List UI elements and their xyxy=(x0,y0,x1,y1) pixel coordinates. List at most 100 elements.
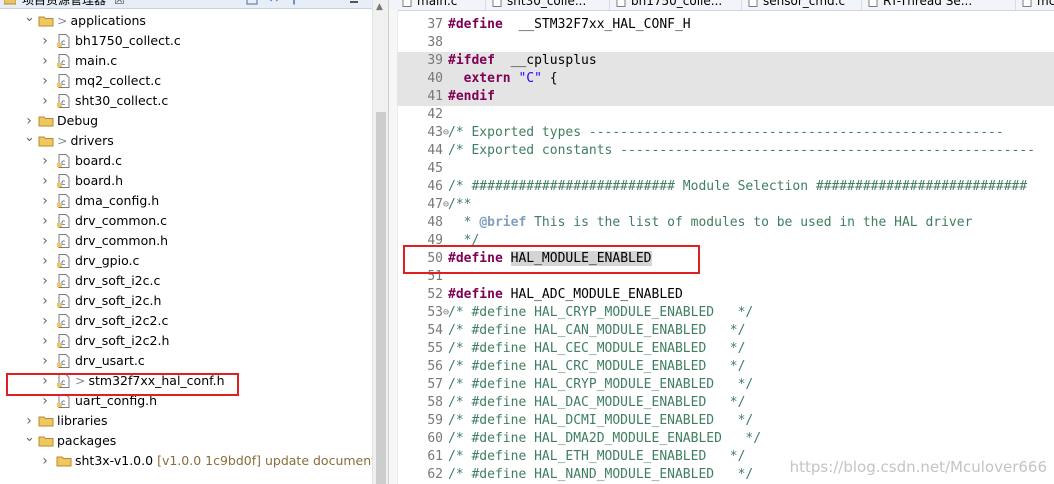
code-line[interactable]: 58 /* #define HAL_DAC_MODULE_ENABLED */ xyxy=(397,394,1054,412)
editor-tab[interactable]: main.c xyxy=(399,0,486,10)
code-line[interactable]: 44 /* Exported constants ----------------… xyxy=(397,142,1054,160)
scroll-up-arrow-icon[interactable]: ▲ xyxy=(376,2,383,12)
tree-folder-row[interactable]: ⌄ > drivers xyxy=(0,131,372,151)
expand-arrow-right-icon[interactable]: › xyxy=(40,251,50,271)
code-line[interactable]: 60 /* #define HAL_DMA2D_MODULE_ENABLED */ xyxy=(397,430,1054,448)
code-token: @brief xyxy=(479,215,527,230)
editor-tab[interactable]: sht30_colle... xyxy=(489,0,610,10)
code-comment: /* #define HAL_ETH_MODULE_ENABLED */ xyxy=(448,449,746,464)
tree-file-row[interactable]: › c dma_config.h xyxy=(0,191,372,211)
tree-folder-row[interactable]: › libraries xyxy=(0,411,372,431)
tree-file-row[interactable]: › c drv_usart.c xyxy=(0,351,372,371)
tree-file-row[interactable]: › c mq2_collect.c xyxy=(0,71,372,91)
code-line[interactable]: 55 /* #define HAL_CEC_MODULE_ENABLED */ xyxy=(397,340,1054,358)
expand-arrow-right-icon[interactable]: › xyxy=(40,291,50,311)
code-line[interactable]: 45 xyxy=(397,160,1054,178)
tree-item-text: drv_common.c xyxy=(75,213,168,228)
tree-file-row[interactable]: › c drv_gpio.c xyxy=(0,251,372,271)
code-text: /* ########################## Module Sel… xyxy=(448,178,1027,196)
expand-arrow-right-icon[interactable]: › xyxy=(40,351,50,371)
tree-item-text: drv_common.h xyxy=(75,233,169,248)
editor-tab-label: sensor_cmd.c xyxy=(763,0,846,8)
code-line[interactable]: 38 xyxy=(397,34,1054,52)
tree-file-row[interactable]: › c drv_soft_i2c2.c xyxy=(0,311,372,331)
tree-file-row[interactable]: › c drv_soft_i2c.h xyxy=(0,291,372,311)
code-line[interactable]: 37 #define __STM32F7xx_HAL_CONF_H xyxy=(397,16,1054,34)
tree-file-row[interactable]: › c drv_soft_i2c.c xyxy=(0,271,372,291)
modified-marker: > xyxy=(57,13,68,28)
code-line[interactable]: 42 xyxy=(397,106,1054,124)
expand-arrow-right-icon[interactable]: › xyxy=(40,91,50,111)
code-line[interactable]: 39 #ifdef __cplusplus xyxy=(397,52,1054,70)
expand-arrow-right-icon[interactable]: › xyxy=(40,31,50,51)
line-number: 58 xyxy=(427,395,443,410)
expand-arrow-down-icon[interactable]: ⌄ xyxy=(24,11,35,31)
expand-arrow-right-icon[interactable]: › xyxy=(40,211,50,231)
expand-arrow-right-icon[interactable]: › xyxy=(40,151,50,171)
code-line[interactable]: 48 * @brief This is the list of modules … xyxy=(397,214,1054,232)
tree-folder-row[interactable]: ⌄ > applications xyxy=(0,11,372,31)
line-number: 54 xyxy=(427,323,443,338)
editor-tab[interactable]: RT-Thread Se... xyxy=(865,0,1016,10)
expand-arrow-right-icon[interactable]: › xyxy=(24,411,34,431)
expand-arrow-right-icon[interactable]: › xyxy=(40,171,50,191)
tree-file-row[interactable]: › c drv_common.c xyxy=(0,211,372,231)
expand-arrow-down-icon[interactable]: ⌄ xyxy=(24,131,35,151)
code-line[interactable]: 46 /* ########################## Module S… xyxy=(397,178,1054,196)
expand-arrow-right-icon[interactable]: › xyxy=(40,71,50,91)
editor-tab[interactable]: mc xyxy=(1019,0,1054,10)
tree-file-row[interactable]: › c drv_common.h xyxy=(0,231,372,251)
code-line[interactable]: 57 /* #define HAL_CRYP_MODULE_ENABLED */ xyxy=(397,376,1054,394)
source-file-icon: c xyxy=(56,274,72,288)
code-keyword: #define xyxy=(448,287,503,302)
code-line[interactable]: 53 ⊖/* #define HAL_CRYP_MODULE_ENABLED */ xyxy=(397,304,1054,322)
collapse-all-icon[interactable] xyxy=(246,0,258,5)
code-keyword: #define xyxy=(448,17,503,32)
expand-arrow-down-icon[interactable]: ⌄ xyxy=(24,431,35,451)
tree-item-text: drv_soft_i2c2.h xyxy=(75,333,170,348)
code-line[interactable]: 54 /* #define HAL_CAN_MODULE_ENABLED */ xyxy=(397,322,1054,340)
tree-file-row[interactable]: › c drv_soft_i2c2.h xyxy=(0,331,372,351)
code-line[interactable]: 47 ⊖/** xyxy=(397,196,1054,214)
tree-file-row[interactable]: › c board.c xyxy=(0,151,372,171)
expand-arrow-right-icon[interactable]: › xyxy=(40,191,50,211)
code-line[interactable]: 56 /* #define HAL_CRC_MODULE_ENABLED */ xyxy=(397,358,1054,376)
minimize-icon[interactable] xyxy=(348,0,360,5)
tree-item-text: Debug xyxy=(57,113,99,128)
code-line[interactable]: 40 extern "C" { xyxy=(397,70,1054,88)
expand-arrow-right-icon[interactable]: › xyxy=(24,111,34,131)
explorer-scrollbar[interactable]: ▲ xyxy=(372,0,388,484)
folder-icon xyxy=(38,134,54,148)
line-number: 47 xyxy=(427,197,443,212)
tree-item-label: packages xyxy=(57,431,116,451)
tree-folder-row[interactable]: › Debug xyxy=(0,111,372,131)
code-text: /* #define HAL_DAC_MODULE_ENABLED */ xyxy=(448,394,745,412)
code-line[interactable]: 43 ⊖/* Exported types -------------------… xyxy=(397,124,1054,142)
tree-file-row[interactable]: › c sht30_collect.c xyxy=(0,91,372,111)
expand-arrow-right-icon[interactable]: › xyxy=(40,51,50,71)
explorer-scrollbar-thumb[interactable] xyxy=(376,112,386,484)
tree-folder-row[interactable]: › sht3x-v1.0.0 [v1.0.0 1c9bd0f] update do… xyxy=(0,451,388,471)
code-comment: /* #define HAL_DAC_MODULE_ENABLED */ xyxy=(448,395,746,410)
tree-file-row[interactable]: › c bh1750_collect.c xyxy=(0,31,372,51)
expand-arrow-right-icon[interactable]: › xyxy=(40,331,50,351)
expand-arrow-right-icon[interactable]: › xyxy=(40,451,50,471)
expand-arrow-right-icon[interactable]: › xyxy=(40,231,50,251)
tree-item-label: mq2_collect.c xyxy=(75,71,161,91)
explorer-close-button[interactable]: ☒ xyxy=(114,0,125,8)
highlight-box-module-enabled xyxy=(403,245,700,274)
expand-arrow-right-icon[interactable]: › xyxy=(40,271,50,291)
editor-tab[interactable]: sensor_cmd.c xyxy=(745,0,862,10)
code-line[interactable]: 52 #define HAL_ADC_MODULE_ENABLED xyxy=(397,286,1054,304)
link-with-editor-icon[interactable] xyxy=(268,0,280,5)
line-number: 61 xyxy=(427,449,443,464)
tree-file-row[interactable]: › c board.h xyxy=(0,171,372,191)
code-line[interactable]: 59 /* #define HAL_DCMI_MODULE_ENABLED */ xyxy=(397,412,1054,430)
tree-folder-row[interactable]: ⌄ packages xyxy=(0,431,372,451)
editor-tab[interactable]: bh1750_colle... xyxy=(613,0,742,10)
tree-file-row[interactable]: › c main.c xyxy=(0,51,372,71)
filter-icon[interactable] xyxy=(288,0,300,5)
code-line[interactable]: 41 #endif xyxy=(397,88,1054,106)
folder-icon xyxy=(38,434,54,448)
expand-arrow-right-icon[interactable]: › xyxy=(40,311,50,331)
